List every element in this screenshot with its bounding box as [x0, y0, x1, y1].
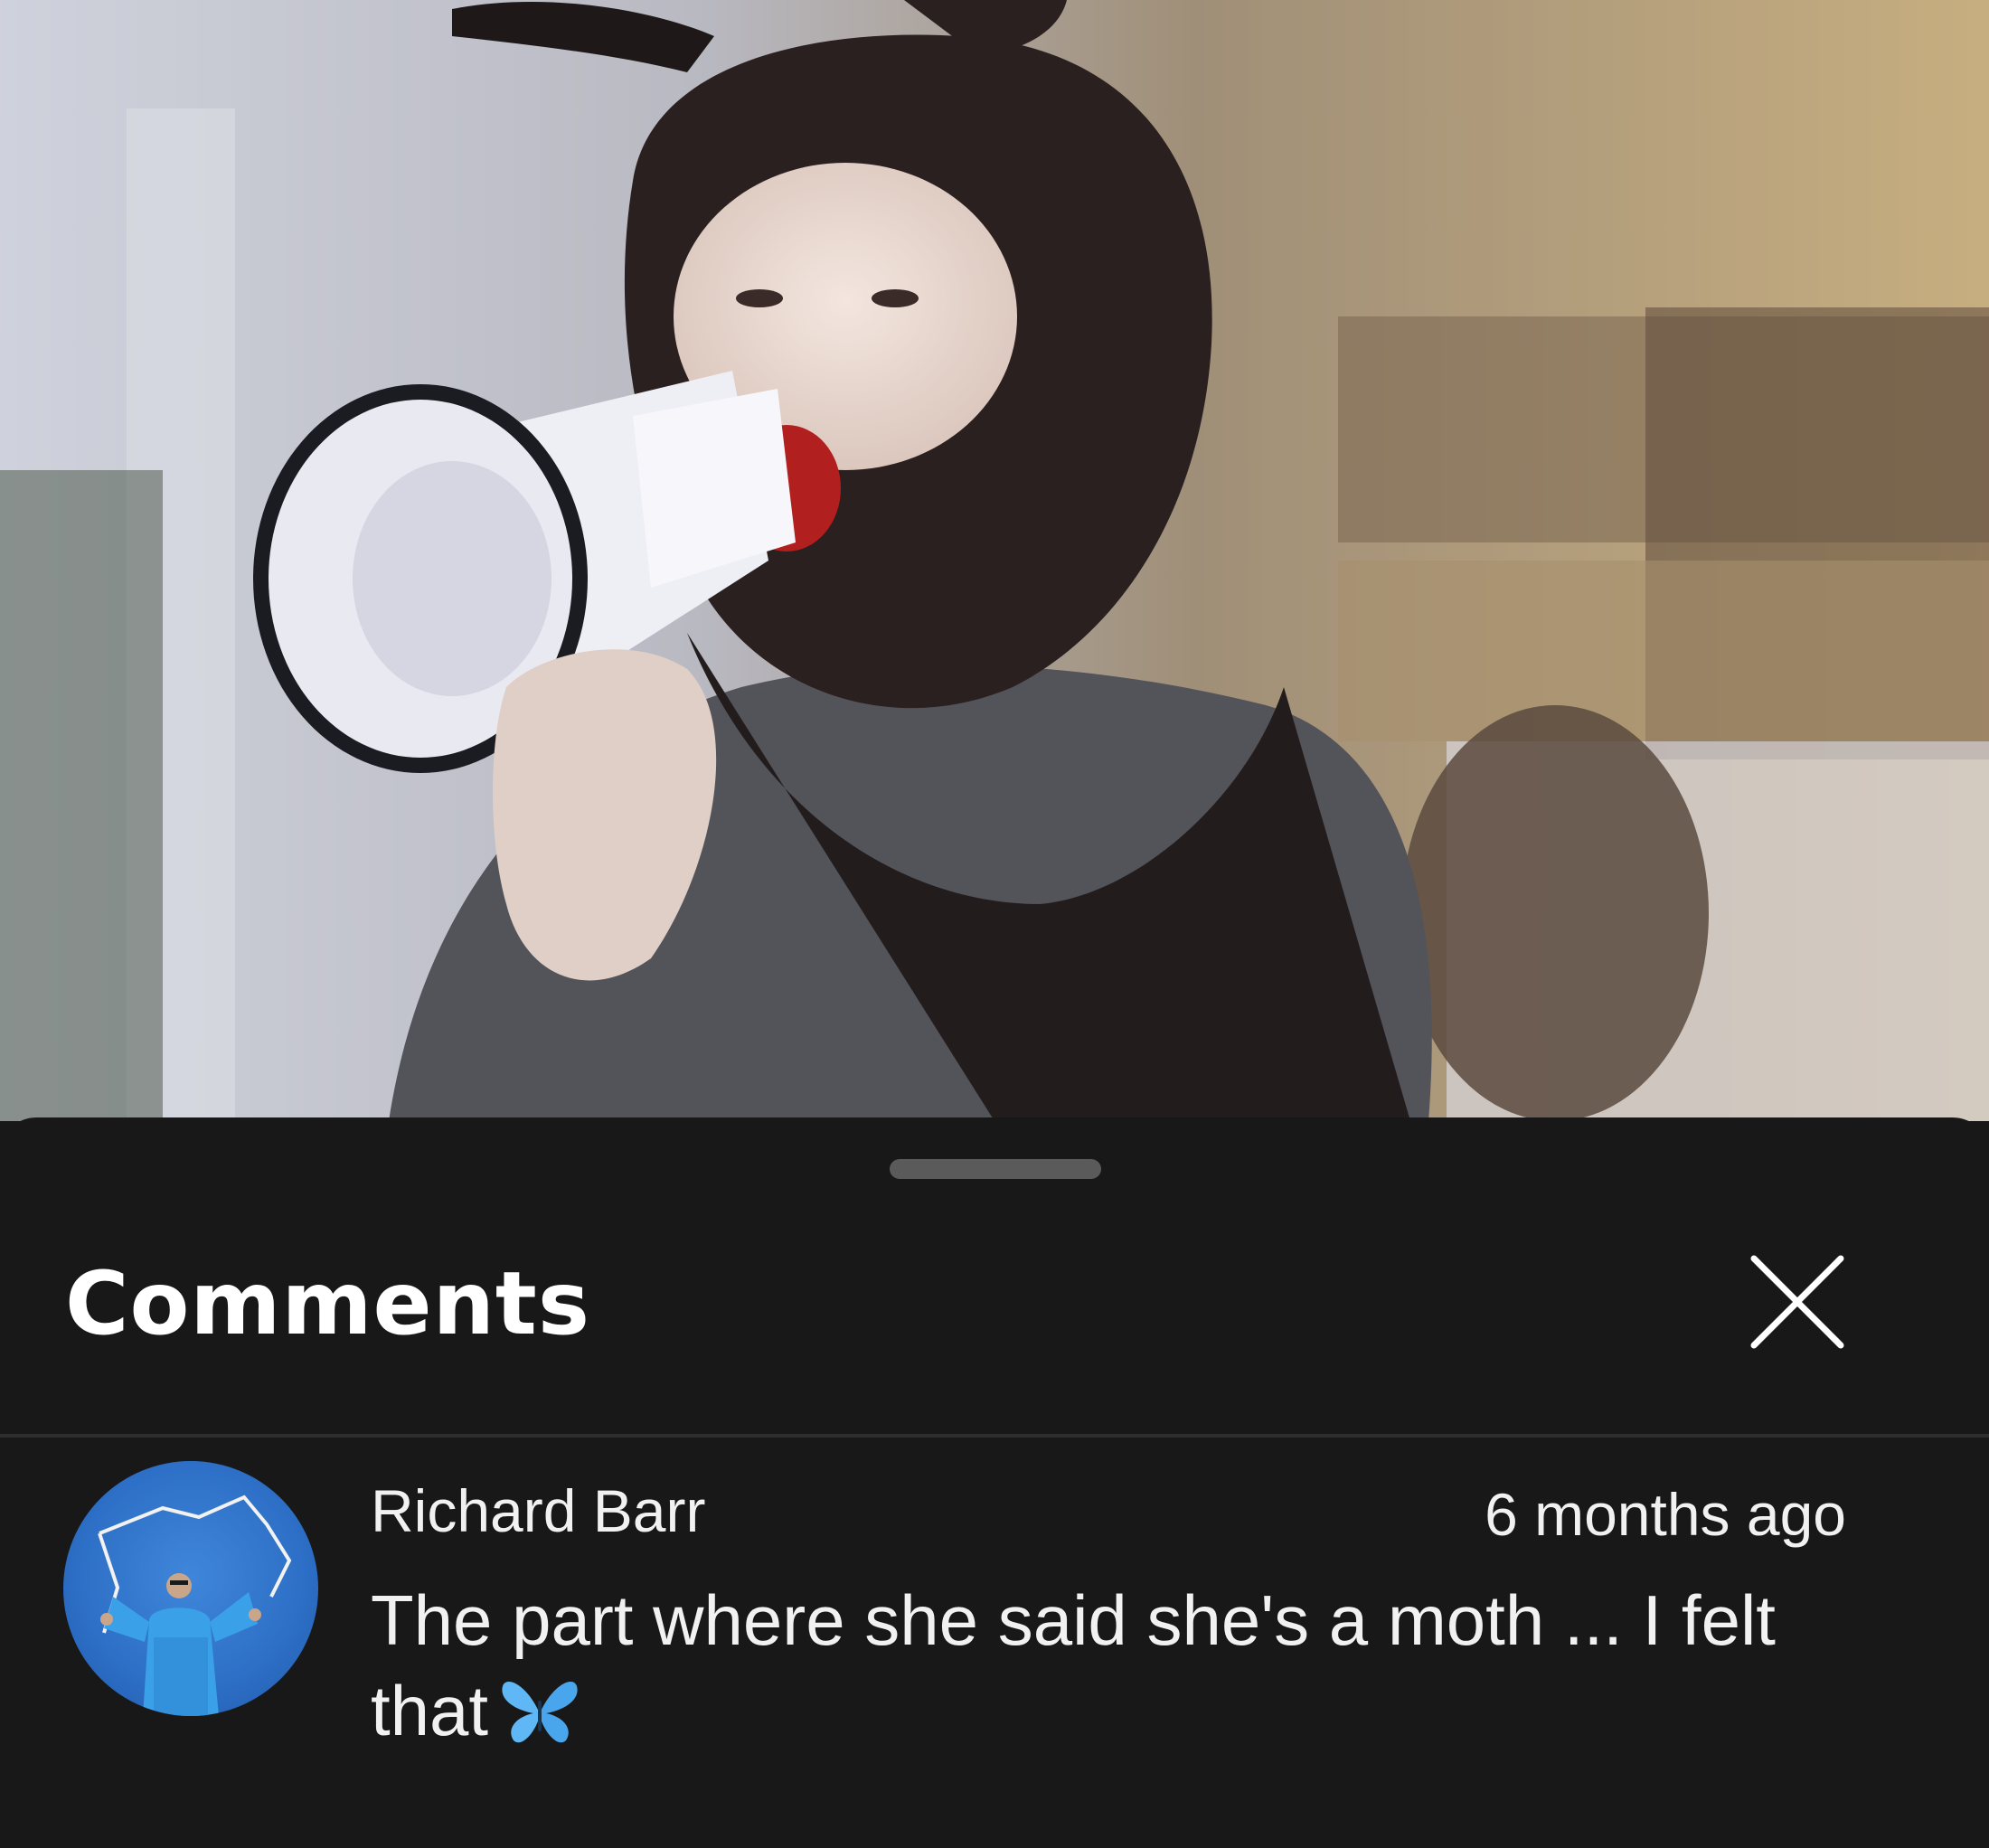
comments-sheet: Comments Richard Barr 6 months ago The p…: [0, 1117, 1989, 1848]
close-icon: [1750, 1255, 1844, 1349]
header-divider: [0, 1434, 1989, 1438]
comment-text: The part where she said she's a moth ...…: [371, 1580, 1776, 1750]
close-button[interactable]: [1747, 1251, 1848, 1353]
avatar[interactable]: [63, 1461, 318, 1716]
avatar-image: [98, 1494, 292, 1716]
comment-body: The part where she said she's a moth ...…: [371, 1575, 1853, 1756]
comment-timestamp: 6 months ago: [1485, 1481, 1846, 1548]
comments-title: Comments: [65, 1253, 590, 1354]
sheet-drag-handle[interactable]: [890, 1159, 1101, 1179]
comment-author[interactable]: Richard Barr: [371, 1481, 705, 1541]
butterfly-icon: [499, 1675, 580, 1748]
video-player[interactable]: [0, 0, 1989, 1121]
video-frame: [0, 0, 1989, 1121]
